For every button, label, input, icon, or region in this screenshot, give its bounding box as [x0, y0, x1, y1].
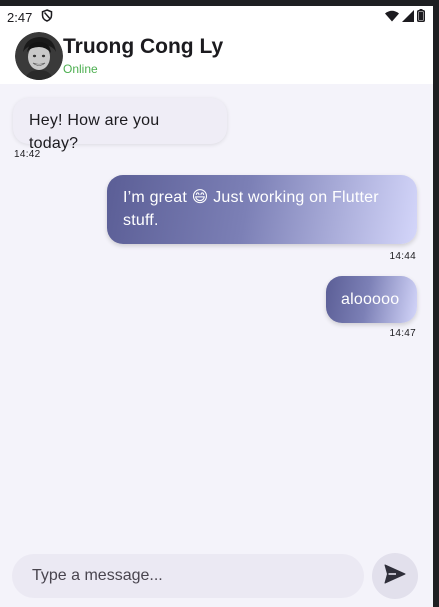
message-text: Hey! How are you today?: [29, 112, 160, 152]
status-time: 2:47: [7, 9, 33, 25]
status-right: [385, 9, 425, 25]
message-time: 14:42: [14, 149, 41, 160]
shield-icon: [41, 9, 53, 25]
message-bubble-outgoing[interactable]: alooooo: [326, 276, 417, 323]
message-input[interactable]: [32, 567, 364, 585]
status-left: 2:47: [7, 9, 53, 25]
message-composer: [12, 554, 364, 598]
peer-name: Truong Cong Ly: [63, 35, 224, 58]
chat-header: Truong Cong Ly Online: [0, 28, 433, 84]
peer-info: Truong Cong Ly Online: [63, 35, 223, 77]
chat-screen: 2:47 Truong Cong Ly Online Hey! How are …: [0, 6, 433, 607]
send-icon: [384, 564, 406, 589]
message-text: alooooo: [341, 291, 400, 308]
message-bubble-incoming[interactable]: Hey! How are you today?: [13, 98, 227, 152]
message-time: 14:47: [389, 328, 416, 339]
message-time: 14:44: [389, 251, 416, 262]
wifi-icon: [385, 10, 399, 25]
status-bar: 2:47: [0, 6, 433, 28]
signal-icon: [402, 9, 414, 25]
peer-status: Online: [63, 62, 98, 76]
message-bubble-outgoing[interactable]: I’m great 😄 Just working on Flutter stuf…: [107, 175, 417, 244]
send-button[interactable]: [372, 553, 418, 599]
avatar[interactable]: [15, 32, 63, 80]
message-text: I’m great 😄 Just working on Flutter stuf…: [123, 189, 379, 229]
battery-icon: [417, 9, 425, 25]
